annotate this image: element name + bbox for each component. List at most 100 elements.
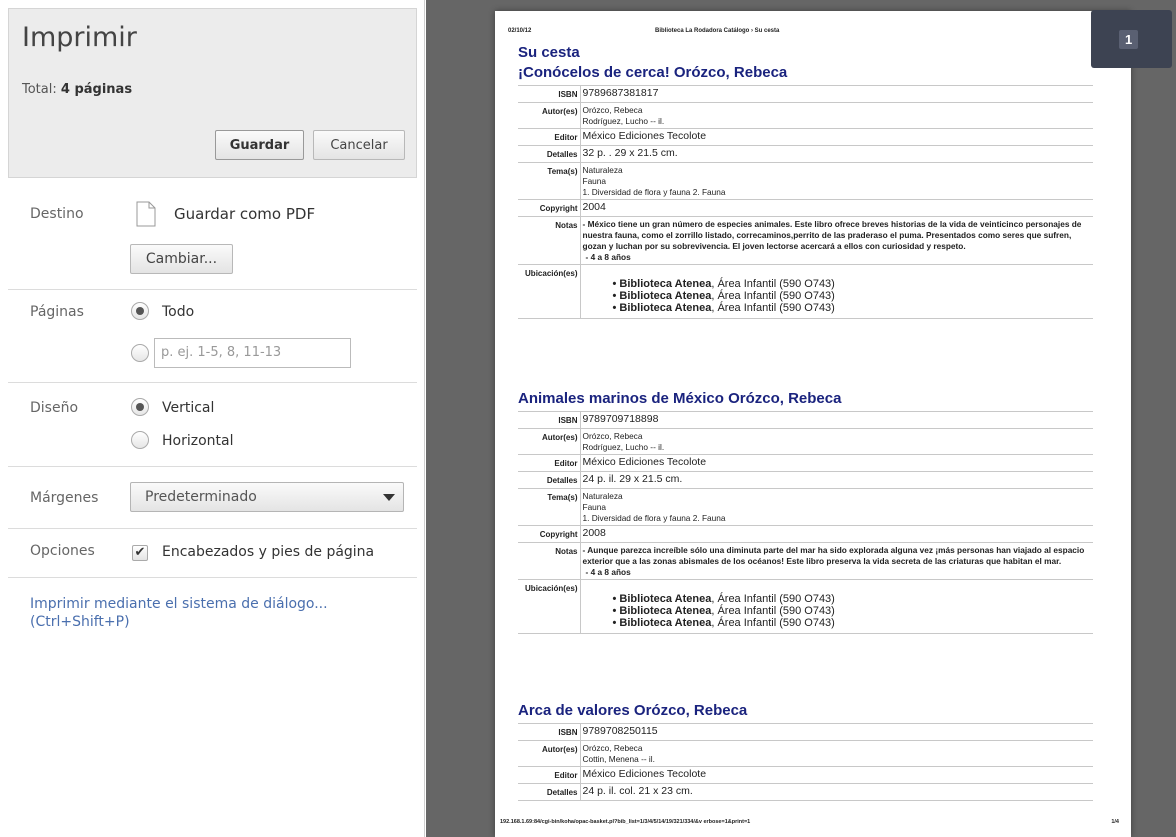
list-item: Biblioteca Atenea, Área Infantil (590 O7… <box>613 617 1092 629</box>
margins-section: Márgenes Predeterminado <box>8 467 417 529</box>
page-header-date: 02/10/12 <box>508 28 532 34</box>
field-value: 32 p. . 29 x 21.5 cm. <box>580 145 1093 163</box>
author: Rodríguez, Lucho -- il. <box>582 442 665 452</box>
field-value: 2004 <box>580 199 1093 217</box>
list-item: Biblioteca Atenea, Área Infantil (590 O7… <box>613 593 1092 605</box>
portrait-radio[interactable] <box>131 398 149 416</box>
list-item: Biblioteca Atenea, Área Infantil (590 O7… <box>613 290 1092 302</box>
field-label: ISBN <box>518 411 581 429</box>
location-name: Biblioteca Atenea <box>619 617 712 629</box>
field-value: Biblioteca Atenea, Área Infantil (590 O7… <box>580 579 1093 634</box>
field-label: Detalles <box>518 471 581 489</box>
save-button[interactable]: Guardar <box>215 130 304 160</box>
margins-label: Márgenes <box>30 490 99 506</box>
subject: Naturaleza <box>582 165 623 175</box>
field-value: - México tiene un gran número de especie… <box>580 216 1093 265</box>
field-value: México Ediciones Tecolote <box>580 454 1093 472</box>
field-value: 24 p. il. col. 21 x 23 cm. <box>580 783 1093 801</box>
location-list: Biblioteca Atenea, Área Infantil (590 O7… <box>583 581 1092 632</box>
pages-all-radio[interactable] <box>131 302 149 320</box>
book-record-table: ISBN 9789709718898 Autor(es) Orózco, Rebec… <box>518 411 1093 634</box>
table-row: Detalles 32 p. . 29 x 21.5 cm. <box>518 145 1093 163</box>
field-label: Copyright <box>518 199 581 217</box>
total-value: 4 páginas <box>60 82 133 97</box>
field-label: Ubicación(es) <box>518 264 581 319</box>
table-row: Notas - Aunque parezca increíble sólo una… <box>518 542 1093 580</box>
field-value: 2008 <box>580 525 1093 543</box>
system-dialog-shortcut[interactable]: (Ctrl+Shift+P) <box>30 614 130 630</box>
margins-value: Predeterminado <box>145 489 257 505</box>
page-header-title: Biblioteca La Rodadora Catálogo › Su ces… <box>655 28 780 34</box>
field-label: Autor(es) <box>518 102 581 129</box>
subject: Fauna <box>582 502 607 512</box>
field-label: Editor <box>518 128 581 146</box>
basket-heading: Su cesta <box>518 44 580 61</box>
table-row: Copyright 2004 <box>518 199 1093 217</box>
change-destination-button[interactable]: Cambiar... <box>130 244 233 274</box>
table-row: Tema(s) Naturaleza Fauna 1. Diversidad de f… <box>518 488 1093 526</box>
headers-footers-checkbox[interactable]: ✔ <box>132 545 148 561</box>
field-value: Naturaleza Fauna 1. Diversidad de flora y … <box>580 488 1093 526</box>
field-label: ISBN <box>518 723 581 741</box>
total-pages: Total: 4 páginas <box>22 82 132 97</box>
field-label: Editor <box>518 766 581 784</box>
page-footer-number: 1/4 <box>1111 819 1119 825</box>
layout-label: Diseño <box>30 400 79 416</box>
location-name: Biblioteca Atenea <box>619 605 712 617</box>
table-row: Editor México Ediciones Tecolote <box>518 766 1093 784</box>
system-dialog-link[interactable]: Imprimir mediante el sistema de diálogo.… <box>30 596 328 612</box>
table-row: Autor(es) Orózco, Rebeca Rodríguez, Lucho … <box>518 428 1093 455</box>
dropdown-arrow-icon <box>383 494 395 501</box>
table-row: Notas - México tiene un gran número de es… <box>518 216 1093 265</box>
table-row: Detalles 24 p. il. col. 21 x 23 cm. <box>518 783 1093 801</box>
pages-label: Páginas <box>30 304 84 320</box>
list-item: Biblioteca Atenea, Área Infantil (590 O7… <box>613 605 1092 617</box>
list-item: Biblioteca Atenea, Área Infantil (590 O7… <box>613 302 1092 314</box>
options-label: Opciones <box>30 543 95 559</box>
landscape-radio[interactable] <box>131 431 149 449</box>
field-value: Orózco, Rebeca Rodríguez, Lucho -- il. <box>580 428 1093 455</box>
field-value: 9789687381817 <box>580 85 1093 103</box>
field-label: Ubicación(es) <box>518 579 581 634</box>
field-value: 24 p. il. 29 x 21.5 cm. <box>580 471 1093 489</box>
location-detail: , Área Infantil (590 O743) <box>711 605 835 617</box>
page-footer-url: 192.168.1.69:84/cgi-bin/koha/opac-basket… <box>500 819 751 825</box>
page-number: 1 <box>1119 30 1139 49</box>
age-range: - 4 a 8 años <box>585 567 631 577</box>
table-row: Ubicación(es) Biblioteca Atenea, Área In… <box>518 264 1093 319</box>
field-label: Copyright <box>518 525 581 543</box>
field-value: Orózco, Rebeca Cottin, Menena -- il. <box>580 740 1093 767</box>
location-detail: , Área Infantil (590 O743) <box>711 617 835 629</box>
book-record-table: ISBN 9789708250115 Autor(es) Orózco, Rebec… <box>518 723 1093 801</box>
subject: 1. Diversidad de flora y fauna 2. Fauna <box>582 513 726 523</box>
location-detail: , Área Infantil (590 O743) <box>711 278 835 290</box>
margins-select[interactable]: Predeterminado <box>130 482 404 512</box>
subject: 1. Diversidad de flora y fauna 2. Fauna <box>582 187 726 197</box>
field-label: ISBN <box>518 85 581 103</box>
table-row: Detalles 24 p. il. 29 x 21.5 cm. <box>518 471 1093 489</box>
location-detail: , Área Infantil (590 O743) <box>711 302 835 314</box>
destination-section: Destino Guardar como PDF Cambiar... <box>8 178 417 290</box>
book-title: Animales marinos de México Orózco, Rebec… <box>518 390 842 407</box>
list-item: Biblioteca Atenea, Área Infantil (590 O7… <box>613 278 1092 290</box>
field-label: Notas <box>518 216 581 265</box>
cancel-button[interactable]: Cancelar <box>313 130 405 160</box>
page-range-input[interactable]: p. ej. 1-5, 8, 11-13 <box>154 338 351 368</box>
print-preview-area[interactable]: 02/10/12 Biblioteca La Rodadora Catálogo… <box>426 0 1176 837</box>
pages-range-radio[interactable] <box>131 344 149 362</box>
headers-footers-label: Encabezados y pies de página <box>162 544 375 560</box>
preview-page: 02/10/12 Biblioteca La Rodadora Catálogo… <box>495 11 1131 837</box>
pages-all-label: Todo <box>162 304 195 320</box>
field-label: Detalles <box>518 145 581 163</box>
book-title: Arca de valores Orózco, Rebeca <box>518 702 748 719</box>
print-title: Imprimir <box>22 22 137 53</box>
total-label: Total: <box>22 82 57 97</box>
table-row: Autor(es) Orózco, Rebeca Rodríguez, Lucho … <box>518 102 1093 129</box>
table-row: ISBN 9789708250115 <box>518 723 1093 741</box>
subject: Naturaleza <box>582 491 623 501</box>
landscape-label: Horizontal <box>162 433 234 449</box>
notes-text: - Aunque parezca increíble sólo una dimi… <box>582 545 1085 566</box>
author: Rodríguez, Lucho -- il. <box>582 116 665 126</box>
author: Orózco, Rebeca <box>582 743 643 753</box>
location-detail: , Área Infantil (590 O743) <box>711 593 835 605</box>
